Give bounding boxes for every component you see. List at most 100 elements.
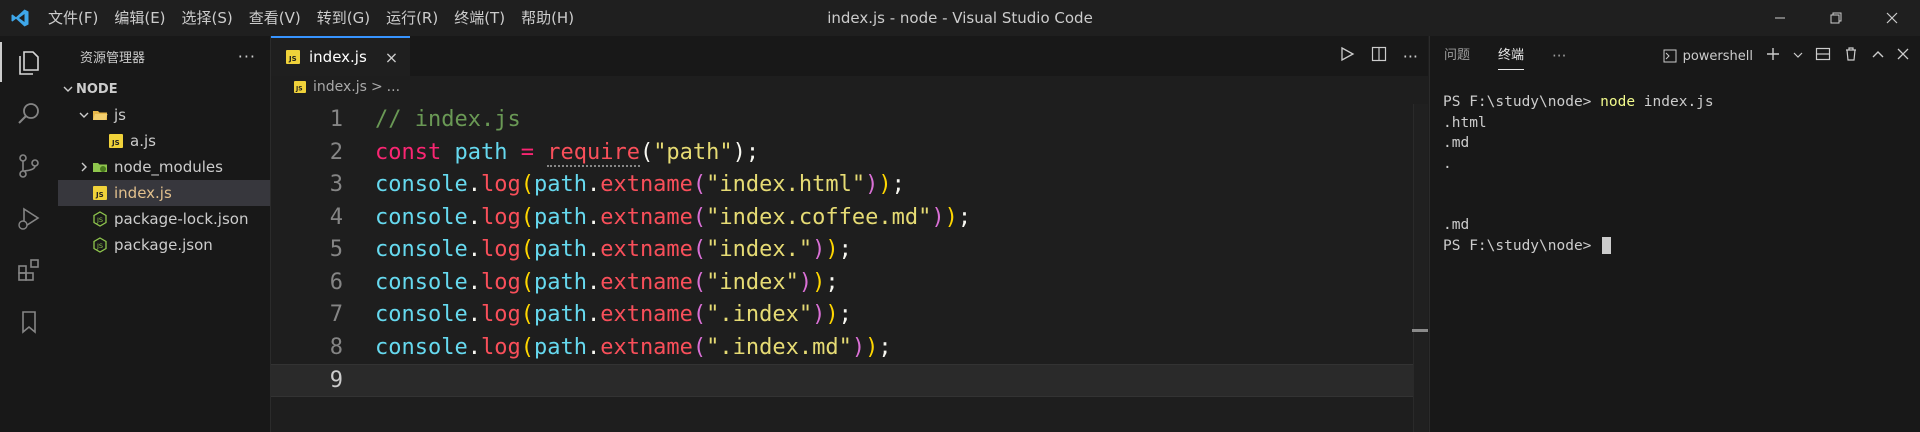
chevron-down-icon — [76, 107, 92, 123]
code-line[interactable]: 8 console.log(path.extname(".index.md")); — [271, 332, 1428, 365]
code-token: path — [533, 302, 587, 327]
menu-item[interactable]: 选择(S) — [174, 0, 241, 36]
code-token: require — [547, 139, 640, 167]
json-file-icon: JS — [92, 211, 108, 227]
tree-item-index-js[interactable]: JS index.js — [58, 180, 270, 206]
terminal-args: index.js — [1635, 94, 1714, 110]
code-token: extname — [600, 269, 693, 295]
code-token: "index." — [706, 237, 813, 262]
terminal-output[interactable]: PS F:\study\node> node index.js .html .md.… — [1443, 92, 1911, 256]
chevron-down-icon[interactable] — [1793, 49, 1803, 64]
tree-item-package-json[interactable]: JS package.json — [58, 232, 270, 258]
code-line[interactable]: 2 const path = require("path"); — [271, 137, 1428, 170]
tree-item-a-js[interactable]: JS a.js — [58, 128, 270, 154]
code-line[interactable]: 1 // index.js — [271, 104, 1428, 137]
explorer-icon[interactable] — [0, 36, 58, 88]
split-editor-icon[interactable] — [1371, 46, 1387, 66]
code-token: log — [480, 302, 521, 327]
code-token: console — [375, 269, 468, 295]
close-icon[interactable] — [1864, 0, 1920, 36]
workspace-section-header[interactable]: NODE — [58, 76, 270, 102]
code-token: . — [586, 269, 601, 295]
breadcrumb-file[interactable]: index.js — [313, 79, 367, 95]
tab-problems[interactable]: 问题 — [1430, 36, 1484, 76]
tab-terminal[interactable]: 终端 — [1484, 36, 1538, 76]
maximize-panel-icon[interactable] — [1871, 47, 1885, 65]
code-editor[interactable]: 1// index.js 2 const path = require("path"… — [271, 104, 1428, 397]
tree-item-node_modules[interactable]: node_modules — [58, 154, 270, 180]
tree-item-js[interactable]: js — [58, 102, 270, 128]
tab-label: index.js — [309, 48, 367, 66]
tree-item-label: node_modules — [114, 158, 223, 176]
breadcrumb-more[interactable]: ... — [387, 79, 400, 95]
line-content: // index.js — [375, 104, 521, 137]
code-token: . — [586, 172, 601, 197]
close-panel-icon[interactable] — [1897, 48, 1909, 64]
code-token: console — [375, 204, 468, 230]
tree-item-package-lock-json[interactable]: JS package-lock.json — [58, 206, 270, 232]
menu-item[interactable]: 帮助(H) — [513, 0, 582, 36]
trash-icon[interactable] — [1843, 46, 1859, 66]
code-line[interactable]: 9 — [271, 364, 1428, 397]
line-number: 8 — [329, 334, 343, 360]
code-line[interactable]: 4 console.log(path.extname("index.coffee.… — [271, 202, 1428, 235]
run-debug-icon[interactable] — [0, 192, 58, 244]
menu-item[interactable]: 编辑(E) — [106, 0, 173, 36]
code-token: . — [467, 334, 481, 360]
terminal-prompt: PS F:\study\node> — [1443, 94, 1601, 110]
code-token: log — [480, 237, 521, 262]
js-file-icon: JS — [92, 185, 108, 201]
editor-scrollbar[interactable] — [1413, 104, 1428, 432]
code-token: path — [533, 237, 587, 262]
code-token: extname — [600, 237, 693, 262]
code-token: ; — [825, 269, 839, 295]
code-line[interactable]: 6 console.log(path.extname("index")); — [271, 267, 1428, 300]
menu-item[interactable]: 转到(G) — [309, 0, 378, 36]
svg-text:JS: JS — [295, 86, 303, 93]
menu-item[interactable]: 文件(F) — [40, 0, 106, 36]
menu-item[interactable]: 查看(V) — [241, 0, 309, 36]
minimize-icon[interactable] — [1752, 0, 1808, 36]
line-number: 3 — [329, 172, 343, 197]
tab-index-js[interactable]: JS index.js × — [271, 36, 411, 76]
menu-item[interactable]: 运行(R) — [378, 0, 446, 36]
run-file-icon[interactable] — [1339, 46, 1355, 66]
source-control-icon[interactable] — [0, 140, 58, 192]
code-line[interactable]: 3 console.log(path.extname("index.html"))… — [271, 169, 1428, 202]
code-token: path — [533, 334, 587, 360]
line-content: console.log(path.extname("index.html")); — [375, 169, 905, 202]
menu-item[interactable]: 终端(T) — [446, 0, 513, 36]
terminal-line: PS F:\study\node> node index.js — [1443, 92, 1911, 113]
line-number: 5 — [329, 237, 343, 262]
code-token: ( — [520, 269, 534, 295]
code-token: log — [480, 204, 521, 230]
terminal-name: powershell — [1682, 48, 1753, 64]
editor-more-icon[interactable]: ··· — [1403, 47, 1418, 66]
terminal-line: .html — [1443, 113, 1911, 134]
js-file-icon: JS — [285, 49, 301, 65]
restore-icon[interactable] — [1808, 0, 1864, 36]
code-token: ) — [865, 334, 879, 360]
code-token: ( — [692, 237, 707, 262]
line-content: console.log(path.extname(".index")); — [375, 299, 852, 332]
line-number: 2 — [329, 139, 343, 165]
terminal-selector[interactable]: powershell — [1663, 49, 1753, 64]
close-tab-icon[interactable]: × — [385, 48, 398, 67]
code-line[interactable]: 5 console.log(path.extname("index.")); — [271, 234, 1428, 267]
code-token: ) — [798, 269, 813, 295]
extensions-icon[interactable] — [0, 244, 58, 296]
terminal-line: .md — [1443, 215, 1911, 236]
code-token: ( — [692, 302, 707, 327]
search-icon[interactable] — [0, 88, 58, 140]
split-terminal-icon[interactable] — [1815, 46, 1831, 66]
code-line[interactable]: 7 console.log(path.extname(".index")); — [271, 299, 1428, 332]
more-actions-icon[interactable]: ··· — [238, 47, 256, 66]
line-content: const path = require("path"); — [375, 137, 759, 170]
tree-item-label: index.js — [114, 184, 172, 202]
bookmarks-icon[interactable] — [0, 296, 58, 348]
new-terminal-icon[interactable] — [1765, 46, 1781, 66]
code-token: ) — [851, 334, 866, 360]
panel-more-icon[interactable]: ··· — [1538, 36, 1580, 76]
terminal-cursor — [1602, 237, 1612, 254]
